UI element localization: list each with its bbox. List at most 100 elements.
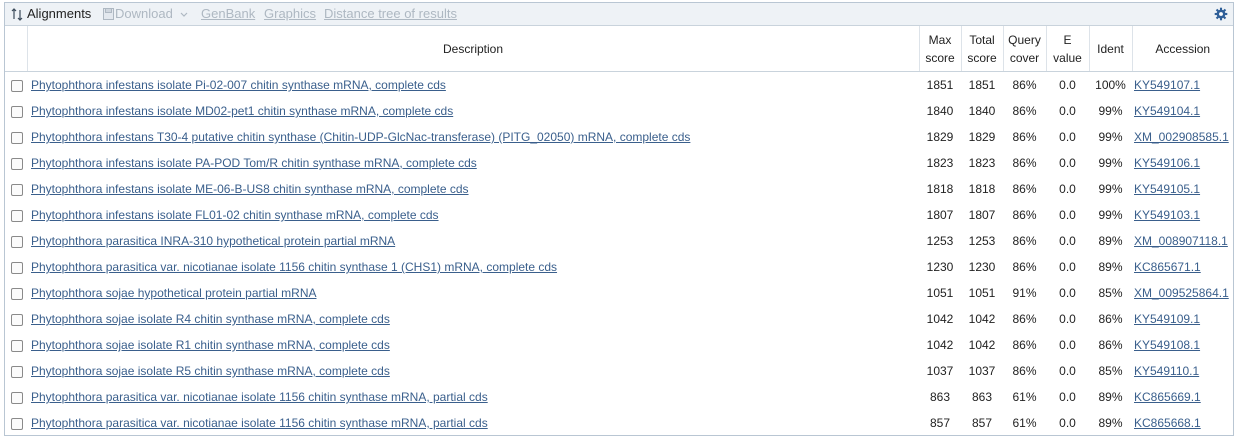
ident-column-header[interactable]: Ident xyxy=(1089,26,1133,72)
e-value-column-header[interactable]: Evalue xyxy=(1046,26,1090,72)
description-link[interactable]: Phytophthora infestans T30-4 putative ch… xyxy=(31,130,690,144)
accession-link[interactable]: KY549110.1 xyxy=(1134,364,1199,378)
accession-link[interactable]: KY549107.1 xyxy=(1134,78,1200,92)
table-header-row: Description Max score Total score Query cov… xyxy=(5,26,1233,72)
accession-link[interactable]: XM_002908585.1 xyxy=(1134,130,1229,144)
accession-link[interactable]: KC865671.1 xyxy=(1134,260,1201,274)
total-score-cell: 1037 xyxy=(968,364,996,378)
description-link[interactable]: Phytophthora parasitica var. nicotianae … xyxy=(31,260,557,274)
max-score-cell: 1253 xyxy=(926,234,954,248)
accession-link[interactable]: KC865668.1 xyxy=(1134,416,1201,430)
description-link[interactable]: Phytophthora infestans isolate ME-06-B-U… xyxy=(31,182,469,196)
e-value-cell: 0.0 xyxy=(1059,260,1076,274)
total-score-column-header[interactable]: Total score xyxy=(961,26,1004,72)
select-cell xyxy=(5,228,27,254)
description-link[interactable]: Phytophthora sojae hypothetical protein … xyxy=(31,286,317,300)
query-cover-cell: 86% xyxy=(1012,338,1037,352)
description-cell: Phytophthora infestans isolate ME-06-B-U… xyxy=(27,176,919,202)
download-button[interactable]: Download xyxy=(115,6,188,21)
select-cell xyxy=(5,384,27,410)
table-row: Phytophthora parasitica INRA-310 hypothe… xyxy=(5,228,1233,254)
accession-link[interactable]: KY549103.1 xyxy=(1134,208,1200,222)
row-checkbox[interactable] xyxy=(11,391,23,404)
description-cell: Phytophthora parasitica var. nicotianae … xyxy=(27,384,919,410)
e-value-cell: 0.0 xyxy=(1059,390,1076,404)
description-link[interactable]: Phytophthora sojae isolate R4 chitin syn… xyxy=(31,312,390,326)
description-link[interactable]: Phytophthora infestans isolate MD02-pet1… xyxy=(31,104,453,118)
query-cover-column-header[interactable]: Query cover xyxy=(1003,26,1047,72)
select-cell xyxy=(5,254,27,280)
genbank-link[interactable]: GenBank xyxy=(201,6,255,21)
description-cell: Phytophthora infestans T30-4 putative ch… xyxy=(27,124,919,150)
ident-cell: 89% xyxy=(1098,234,1123,248)
accession-link[interactable]: KY549106.1 xyxy=(1134,156,1200,170)
accession-column-header[interactable]: Accession xyxy=(1132,26,1233,72)
max-score-cell: 1807 xyxy=(926,208,954,222)
table-row: Phytophthora infestans isolate ME-06-B-U… xyxy=(5,176,1233,202)
table-row: Phytophthora sojae isolate R5 chitin syn… xyxy=(5,358,1233,384)
row-checkbox[interactable] xyxy=(11,235,23,248)
ident-cell: 99% xyxy=(1098,156,1123,170)
total-score-cell: 1840 xyxy=(968,104,996,118)
total-score-cell: 1042 xyxy=(968,338,996,352)
ident-cell: 99% xyxy=(1098,182,1123,196)
row-checkbox[interactable] xyxy=(11,313,23,326)
e-value-cell: 0.0 xyxy=(1059,208,1076,222)
accession-link[interactable]: XM_008907118.1 xyxy=(1134,234,1228,248)
sort-arrows-icon[interactable] xyxy=(11,8,23,21)
description-link[interactable]: Phytophthora infestans isolate FL01-02 c… xyxy=(31,208,439,222)
total-score-cell: 1851 xyxy=(968,78,996,92)
ident-cell: 99% xyxy=(1098,104,1123,118)
alignments-label[interactable]: Alignments xyxy=(27,6,91,21)
row-checkbox[interactable] xyxy=(11,261,23,274)
max-score-cell: 1042 xyxy=(926,312,954,326)
accession-cell: XM_009525864.1 xyxy=(1132,280,1233,306)
description-link[interactable]: Phytophthora infestans isolate PA-POD To… xyxy=(31,156,477,170)
description-cell: Phytophthora parasitica INRA-310 hypothe… xyxy=(27,228,919,254)
description-link[interactable]: Phytophthora parasitica INRA-310 hypothe… xyxy=(31,234,395,248)
description-cell: Phytophthora sojae isolate R4 chitin syn… xyxy=(27,306,919,332)
download-label: Download xyxy=(115,6,173,21)
distance-tree-link[interactable]: Distance tree of results xyxy=(324,6,457,21)
row-checkbox[interactable] xyxy=(11,105,23,118)
row-checkbox[interactable] xyxy=(11,417,23,430)
description-link[interactable]: Phytophthora sojae isolate R1 chitin syn… xyxy=(31,338,390,352)
row-checkbox[interactable] xyxy=(11,209,23,222)
description-link[interactable]: Phytophthora parasitica var. nicotianae … xyxy=(31,390,488,404)
row-checkbox[interactable] xyxy=(11,339,23,352)
accession-cell: KY549106.1 xyxy=(1132,150,1233,176)
row-checkbox[interactable] xyxy=(11,131,23,144)
row-checkbox[interactable] xyxy=(11,157,23,170)
description-link[interactable]: Phytophthora infestans isolate Pi-02-007… xyxy=(31,78,446,92)
max-score-cell: 1840 xyxy=(926,104,954,118)
max-score-cell: 1823 xyxy=(926,156,954,170)
accession-link[interactable]: KC865669.1 xyxy=(1134,390,1201,404)
accession-link[interactable]: KY549109.1 xyxy=(1134,312,1200,326)
description-link[interactable]: Phytophthora parasitica var. nicotianae … xyxy=(31,416,488,430)
max-score-column-header[interactable]: Max score xyxy=(919,26,962,72)
accession-link[interactable]: KY549108.1 xyxy=(1134,338,1200,352)
accession-link[interactable]: KY549105.1 xyxy=(1134,182,1200,196)
row-checkbox[interactable] xyxy=(11,365,23,378)
table-row: Phytophthora infestans isolate FL01-02 c… xyxy=(5,202,1233,228)
ident-cell: 89% xyxy=(1098,390,1123,404)
row-checkbox[interactable] xyxy=(11,79,23,92)
row-checkbox[interactable] xyxy=(11,183,23,196)
accession-link[interactable]: XM_009525864.1 xyxy=(1134,286,1229,300)
max-score-cell: 863 xyxy=(929,390,951,404)
gear-icon[interactable] xyxy=(1214,7,1228,21)
max-score-cell: 1037 xyxy=(926,364,954,378)
accession-link[interactable]: KY549104.1 xyxy=(1134,104,1200,118)
row-checkbox[interactable] xyxy=(11,287,23,300)
graphics-link[interactable]: Graphics xyxy=(264,6,316,21)
description-link[interactable]: Phytophthora sojae isolate R5 chitin syn… xyxy=(31,364,390,378)
query-cover-cell: 86% xyxy=(1012,130,1037,144)
description-column-header[interactable]: Description xyxy=(27,26,920,72)
e-value-cell: 0.0 xyxy=(1059,182,1076,196)
ident-cell: 100% xyxy=(1095,78,1126,92)
e-value-cell: 0.0 xyxy=(1059,338,1076,352)
table-row: Phytophthora parasitica var. nicotianae … xyxy=(5,384,1233,410)
table-row: Phytophthora sojae isolate R4 chitin syn… xyxy=(5,306,1233,332)
e-value-cell: 0.0 xyxy=(1059,364,1076,378)
accession-cell: KY549107.1 xyxy=(1132,72,1233,99)
